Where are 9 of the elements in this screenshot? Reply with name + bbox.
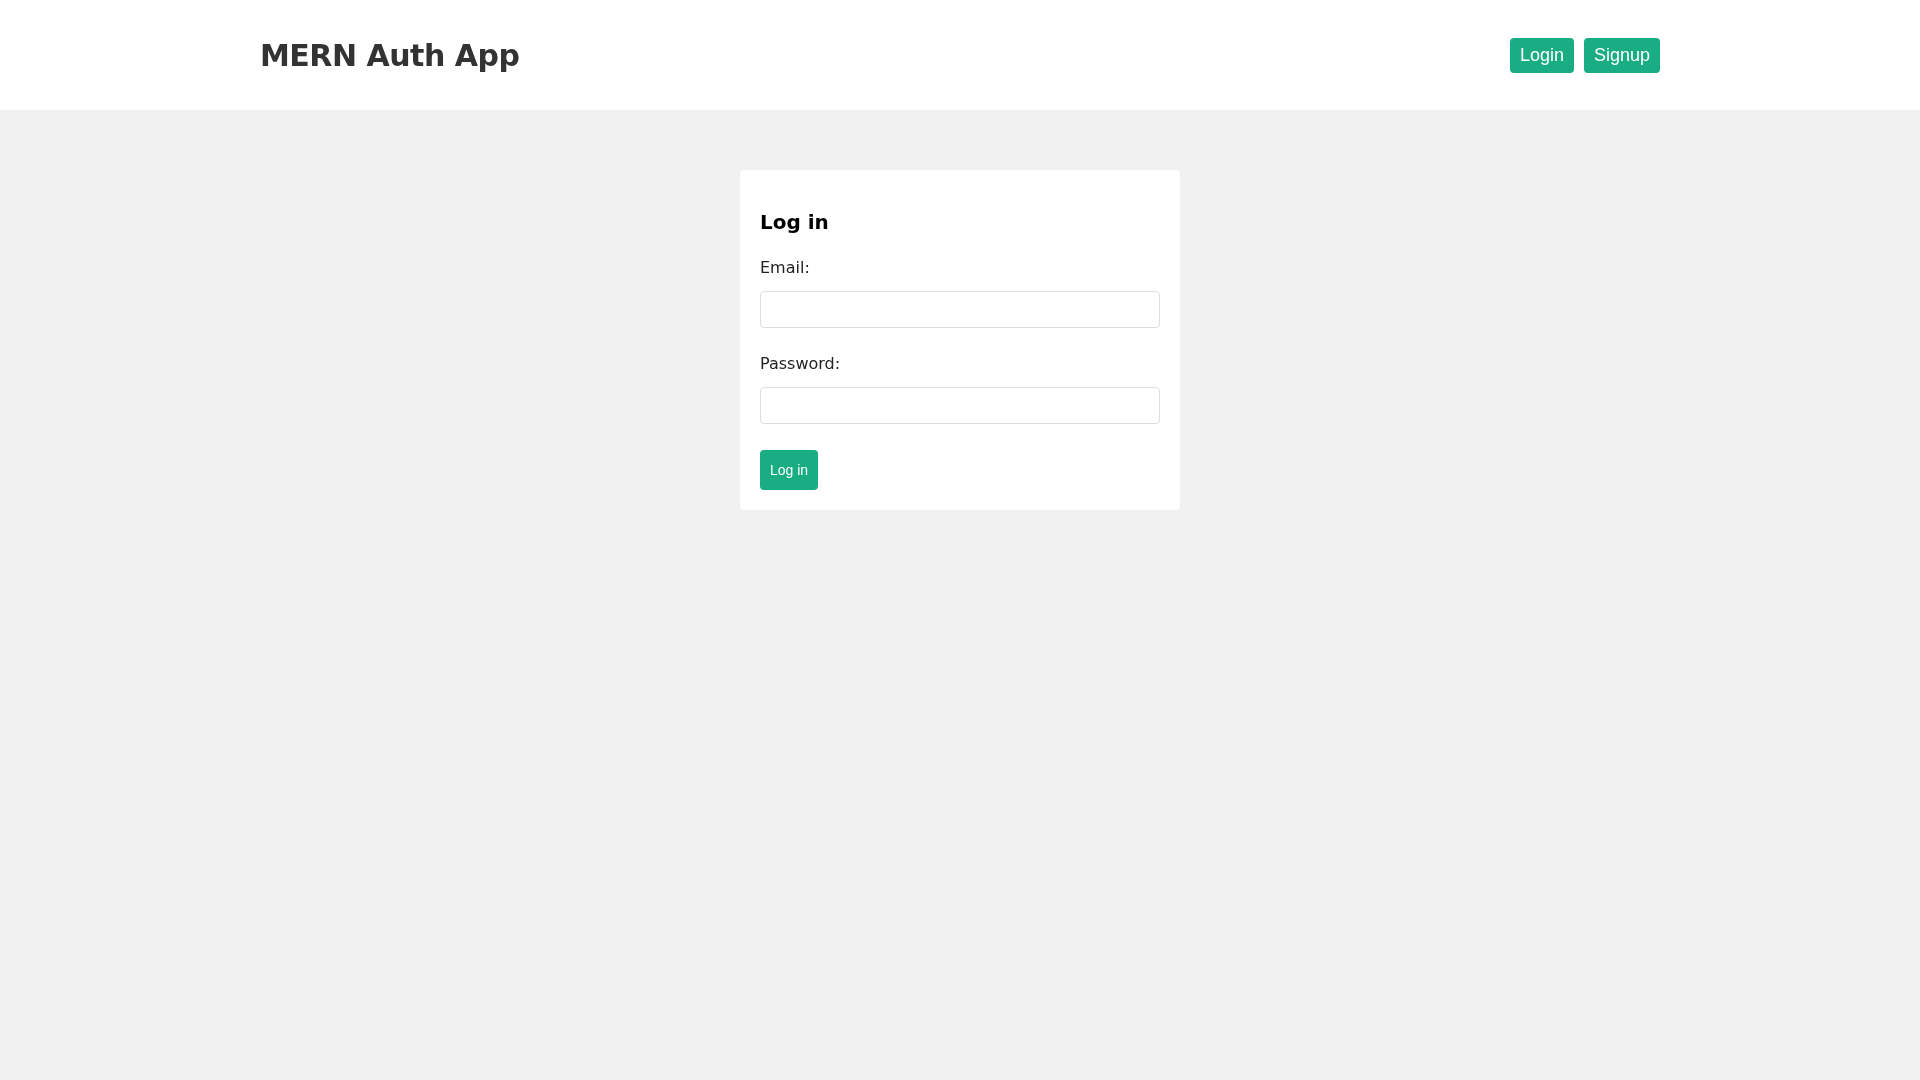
submit-button[interactable]: Log in [760,450,819,490]
nav-button[interactable]: Login [1509,37,1574,73]
field-label: Password: [760,354,842,373]
input-field[interactable] [760,387,1160,424]
app-title: MERN Auth App [260,37,520,73]
form-heading: Log in [760,210,830,234]
field-label: Email: [760,258,811,277]
nav-button[interactable]: Signup [1583,37,1660,73]
input-field[interactable] [760,291,1160,328]
